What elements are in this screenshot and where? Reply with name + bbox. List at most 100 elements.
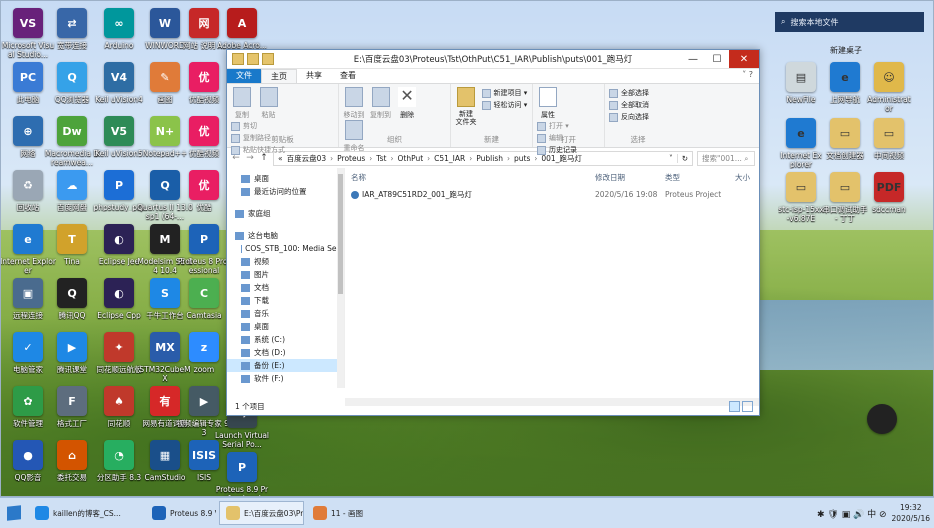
nav-item[interactable]: 这台电脑 bbox=[227, 229, 344, 242]
desktop-icon[interactable]: 优优酷 bbox=[176, 170, 232, 212]
breadcrumb-chevron-icon[interactable]: › bbox=[469, 154, 472, 163]
copy-button[interactable]: 复制 bbox=[231, 87, 253, 120]
nav-scrollbar-thumb[interactable] bbox=[338, 174, 343, 294]
tab-view[interactable]: 查看 bbox=[331, 69, 365, 83]
desktop-icon[interactable]: 优优酷视频 bbox=[176, 116, 232, 158]
qq-penguin-icon[interactable] bbox=[862, 404, 902, 437]
file-name-cell: IAR_AT89C51RD2_001_跑马灯 bbox=[345, 189, 589, 200]
desktop-icon[interactable]: zzoom bbox=[176, 332, 232, 374]
paste-button[interactable]: 粘贴 bbox=[258, 87, 280, 120]
properties-button[interactable]: 属性 bbox=[537, 87, 559, 120]
taskbar-item[interactable]: 11 - 画图 bbox=[306, 501, 366, 525]
taskbar-app-icon bbox=[313, 506, 327, 520]
nav-item-icon bbox=[241, 323, 250, 331]
nav-item[interactable]: 家庭组 bbox=[227, 207, 344, 220]
tab-share[interactable]: 共享 bbox=[297, 69, 331, 83]
desktop-icon[interactable]: PProteus 8 Professional bbox=[176, 224, 232, 275]
address-dropdown-icon[interactable]: ˅ bbox=[669, 154, 677, 163]
refresh-icon[interactable]: ↻ bbox=[677, 154, 692, 163]
breadcrumb-chevron-icon[interactable]: › bbox=[507, 154, 510, 163]
clock[interactable]: 19:32 2020/5/16 bbox=[892, 502, 930, 524]
breadcrumb-chevron-icon[interactable]: › bbox=[390, 154, 393, 163]
search-icon: ⌕ bbox=[781, 17, 785, 27]
new-item-icon bbox=[482, 89, 491, 98]
invert-selection-button[interactable]: 反向选择 bbox=[609, 112, 649, 122]
breadcrumb-item[interactable]: Proteus bbox=[337, 154, 365, 163]
large-icons-view-icon[interactable] bbox=[742, 401, 753, 412]
breadcrumb-chevron-icon[interactable]: › bbox=[427, 154, 430, 163]
desktop-icon[interactable]: PProteus 8.9 Professional bbox=[214, 452, 270, 503]
cut-button[interactable]: 剪切 bbox=[231, 121, 285, 131]
select-none-button[interactable]: 全部取消 bbox=[609, 100, 649, 110]
tray-icons[interactable]: ✱ 🛡 ▣ 🔊 中 ⊘ bbox=[817, 507, 887, 520]
nav-scrollbar[interactable] bbox=[337, 168, 344, 388]
history-icon bbox=[537, 146, 546, 155]
new-folder-button[interactable]: 新建 文件夹 bbox=[455, 87, 477, 126]
start-button[interactable] bbox=[0, 498, 28, 528]
file-row[interactable]: IAR_AT89C51RD2_001_跑马灯2020/5/16 19:08Pro… bbox=[345, 187, 759, 202]
details-view-icon[interactable] bbox=[729, 401, 740, 412]
breadcrumb-chevron-icon[interactable]: › bbox=[330, 154, 333, 163]
nav-item[interactable]: 文档 (D:) bbox=[227, 346, 344, 359]
window-titlebar[interactable]: E:\百度云盘03\Proteus\Tst\OthPut\C51_IAR\Pub… bbox=[227, 50, 759, 69]
nav-item[interactable]: 软件 (F:) bbox=[227, 372, 344, 385]
breadcrumb-item[interactable]: OthPut bbox=[397, 154, 423, 163]
nav-item[interactable]: 音乐 bbox=[227, 307, 344, 320]
nav-item[interactable]: 系统 (C:) bbox=[227, 333, 344, 346]
desktop-icon[interactable]: AAdobe Acro... bbox=[214, 8, 270, 50]
desktop-icon[interactable]: ▤NewFile bbox=[778, 62, 824, 104]
desktop-icon[interactable]: 优优酷视频 bbox=[176, 62, 232, 104]
column-name[interactable]: 名称 bbox=[345, 172, 589, 183]
easy-access-button[interactable]: 轻松访问 ▾ bbox=[482, 100, 528, 110]
new-item-button[interactable]: 新建项目 ▾ bbox=[482, 88, 528, 98]
nav-item[interactable]: 桌面 bbox=[227, 172, 344, 185]
delete-button[interactable]: ✕ 删除 bbox=[396, 87, 418, 120]
select-all-button[interactable]: 全部选择 bbox=[609, 88, 649, 98]
nav-item[interactable]: 图片 bbox=[227, 268, 344, 281]
breadcrumb-item[interactable]: Publish bbox=[476, 154, 503, 163]
column-size[interactable]: 大小 bbox=[729, 172, 759, 183]
desktop-icon[interactable]: ▭串口调试助手 - 丁丁 bbox=[822, 172, 868, 223]
nav-item-icon bbox=[241, 188, 250, 196]
desktop-search-box[interactable]: ⌕ 搜索本地文件 bbox=[775, 12, 924, 32]
close-button[interactable]: ✕ bbox=[729, 50, 759, 68]
desktop-icon[interactable]: ☺Administrator bbox=[866, 62, 912, 113]
column-type[interactable]: 类型 bbox=[659, 172, 729, 183]
nav-item[interactable]: 桌面 bbox=[227, 320, 344, 333]
nav-item[interactable]: COS_STB_100: Media Serv bbox=[227, 242, 344, 255]
nav-item[interactable]: 备份 (E:) bbox=[227, 359, 344, 372]
ribbon-help-icon[interactable]: ˅ ? bbox=[742, 70, 753, 79]
desktop-icon[interactable]: ▭文档创建器 bbox=[822, 118, 868, 160]
taskbar-item[interactable]: E:\百度云盘03\Pr... bbox=[219, 501, 304, 525]
folder-search-input[interactable]: 搜索"001... ⌕ bbox=[697, 151, 755, 166]
move-to-button[interactable]: 移动到 bbox=[343, 87, 365, 120]
paste-shortcut-button[interactable]: 粘贴快捷方式 bbox=[231, 145, 285, 155]
nav-item[interactable]: 最近访问的位置 bbox=[227, 185, 344, 198]
desktop-icon[interactable]: CCamtasia bbox=[176, 278, 232, 320]
breadcrumb-item[interactable]: 百度云盘03 bbox=[287, 154, 327, 163]
desktop-icon[interactable]: ▭中间视频 bbox=[866, 118, 912, 160]
breadcrumb-item[interactable]: puts bbox=[514, 154, 530, 163]
minimize-button[interactable]: — bbox=[681, 50, 705, 68]
nav-item[interactable]: 视频 bbox=[227, 255, 344, 268]
desktop-icon[interactable]: eInternet Explorer bbox=[778, 118, 824, 169]
desktop-icon[interactable]: e上网导航 bbox=[822, 62, 868, 104]
tab-file[interactable]: 文件 bbox=[227, 69, 261, 83]
taskbar-item[interactable]: kaillen的博客_CS... bbox=[28, 501, 143, 525]
open-button[interactable]: 打开 ▾ bbox=[537, 121, 577, 131]
history-button[interactable]: 历史记录 bbox=[537, 145, 577, 155]
desktop-icon[interactable]: ▭stc-isp-15xx-v6.87E bbox=[778, 172, 824, 223]
breadcrumb-item[interactable]: Tst bbox=[376, 154, 386, 163]
breadcrumb-chevron-icon[interactable]: › bbox=[369, 154, 372, 163]
column-modified[interactable]: 修改日期 bbox=[589, 172, 659, 183]
copy-to-button[interactable]: 复制到 bbox=[370, 87, 392, 120]
desktop-icon[interactable]: PDFsdccman bbox=[866, 172, 912, 214]
maximize-button[interactable]: ☐ bbox=[705, 50, 729, 68]
address-bar[interactable]: « 百度云盘03›Proteus›Tst›OthPut›C51_IAR›Publ… bbox=[273, 151, 693, 166]
taskbar-item[interactable]: Proteus 8.9 VSM... bbox=[145, 501, 217, 525]
app-icon: 优 bbox=[189, 62, 219, 92]
breadcrumb-item[interactable]: C51_IAR bbox=[434, 154, 465, 163]
nav-item[interactable]: 下载 bbox=[227, 294, 344, 307]
tab-home[interactable]: 主页 bbox=[261, 69, 297, 84]
nav-item[interactable]: 文档 bbox=[227, 281, 344, 294]
